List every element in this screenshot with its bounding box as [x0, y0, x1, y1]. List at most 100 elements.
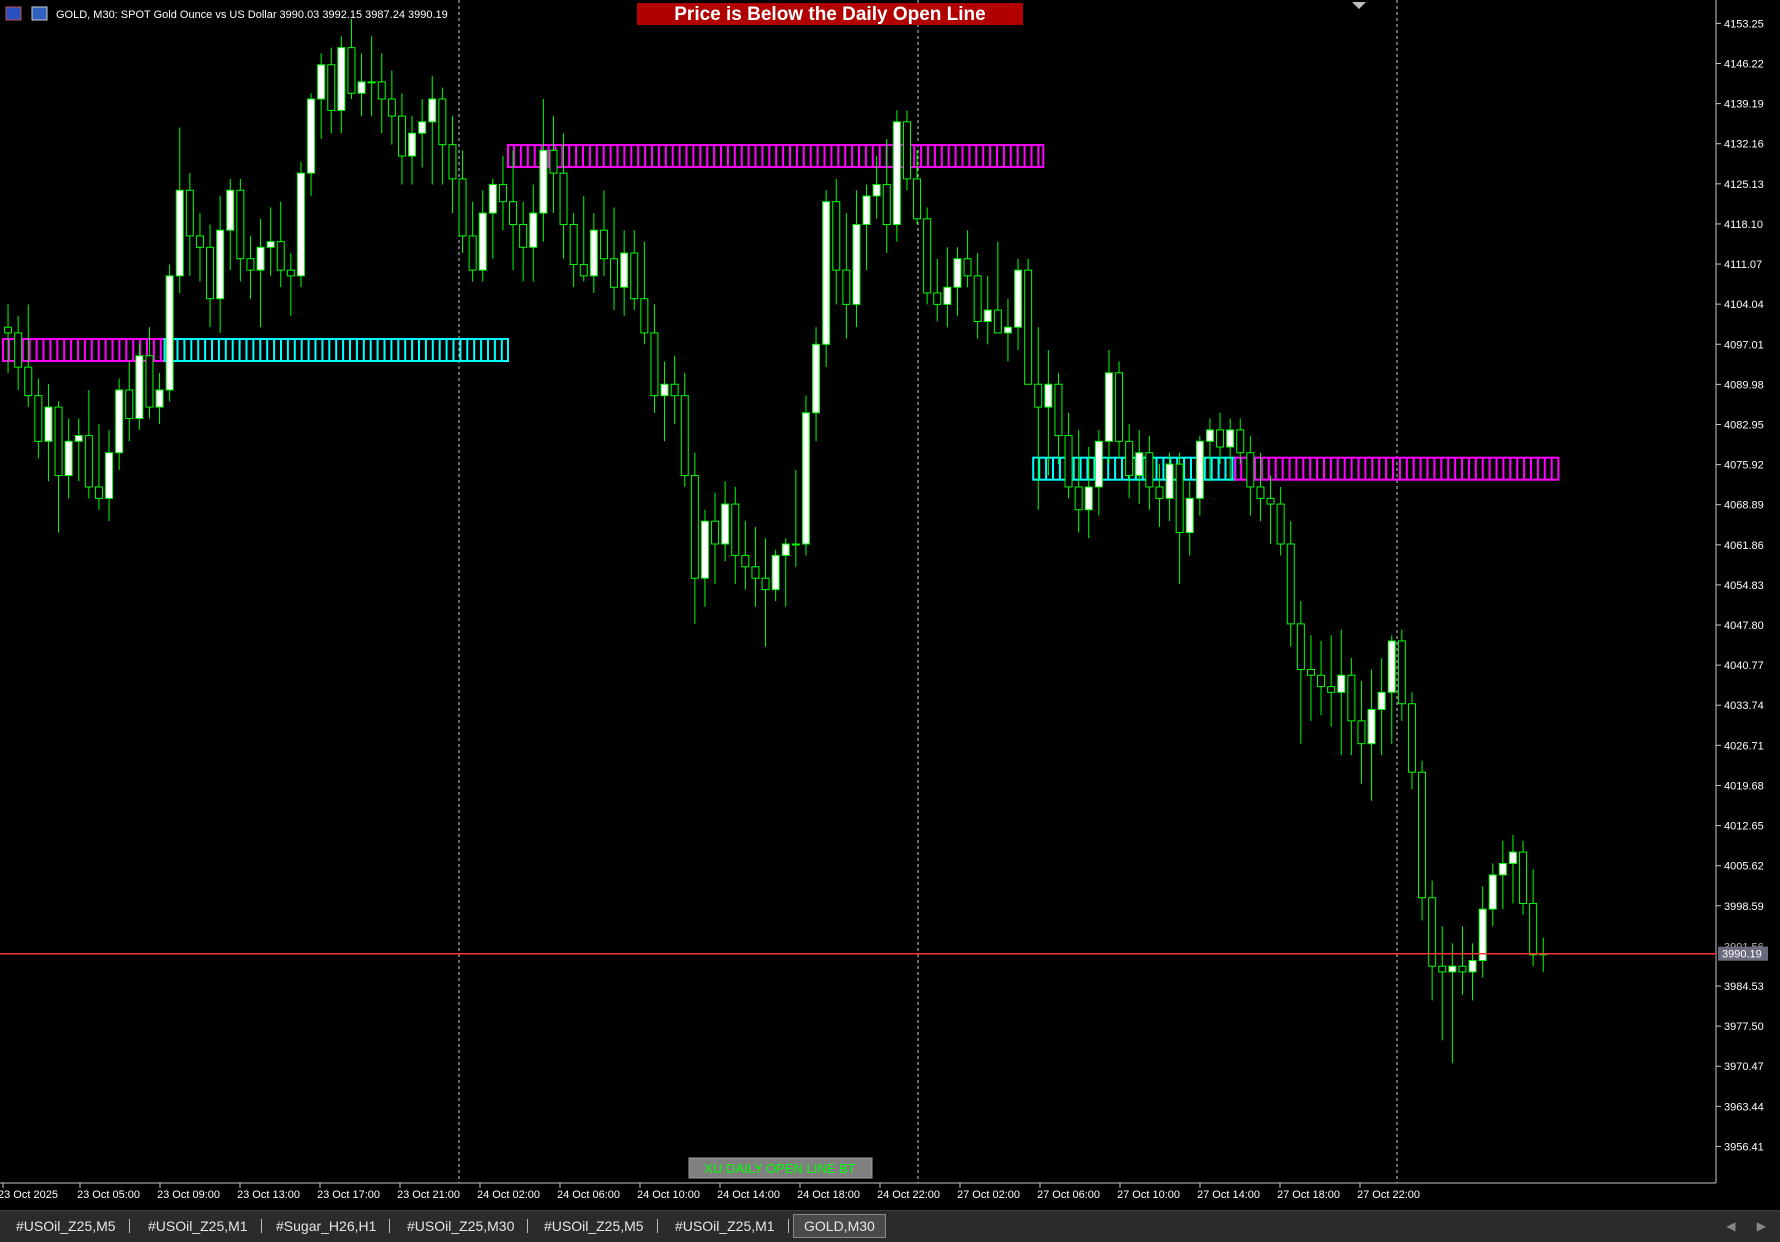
price-axis-label: 4054.83: [1724, 580, 1764, 592]
tab-usoil-z25-m5[interactable]: #USOil_Z25,M5: [6, 1215, 130, 1237]
candle-body: [1478, 908, 1487, 961]
candle-body: [913, 178, 922, 220]
candle-body: [1519, 851, 1528, 904]
time-axis-label: 24 Oct 10:00: [637, 1189, 700, 1201]
time-axis-label: 23 Oct 05:00: [77, 1189, 140, 1201]
price-axis-label: 3984.53: [1724, 981, 1764, 993]
candle-body: [276, 241, 285, 271]
chart-tab-bar: #USOil_Z25,M5 #USOil_Z25,M1 #Sugar_H26,H…: [0, 1210, 1780, 1242]
candle-body: [529, 212, 538, 248]
chart-window-icon[interactable]: [31, 6, 48, 21]
candle-body: [84, 435, 93, 488]
price-axis-label: 4118.10: [1724, 219, 1763, 231]
candle-body: [1458, 965, 1467, 973]
candle-body: [1418, 771, 1427, 899]
candle-body: [1529, 902, 1538, 956]
candle-body: [1357, 720, 1366, 745]
price-axis-label: 4082.95: [1724, 419, 1764, 431]
price-axis-label: 3977.50: [1724, 1021, 1764, 1033]
candle-body: [781, 543, 790, 556]
tab-usoil-z25-m30[interactable]: #USOil_Z25,M30: [397, 1215, 529, 1237]
candle-body: [1175, 463, 1184, 534]
candle-body: [741, 554, 750, 568]
candle-body: [246, 258, 255, 271]
candle-body: [24, 366, 33, 397]
candle-body: [1448, 965, 1457, 973]
candle-body: [1428, 897, 1437, 967]
candle-body: [1367, 708, 1376, 745]
candle-body: [1205, 429, 1214, 442]
candle-body: [1387, 640, 1396, 693]
price-axis-label: 4111.07: [1724, 259, 1762, 271]
tab-gold-m30[interactable]: GOLD,M30: [793, 1214, 886, 1238]
candle-body: [993, 309, 1002, 334]
candle-body: [1165, 463, 1174, 499]
price-axis-label: 4068.89: [1724, 500, 1764, 512]
time-axis-label: 24 Oct 22:00: [877, 1189, 940, 1201]
candle-body: [105, 452, 114, 499]
price-axis-label: 4089.98: [1724, 379, 1764, 391]
tab-usoil-z25-m1[interactable]: #USOil_Z25,M1: [138, 1215, 262, 1237]
candle-body: [4, 326, 13, 334]
time-axis-label: 27 Oct 18:00: [1277, 1189, 1340, 1201]
candle-body: [1024, 269, 1033, 385]
scroll-left-icon[interactable]: ◀: [1726, 1219, 1735, 1233]
candle-body: [690, 475, 699, 579]
candle-body: [1508, 851, 1517, 865]
scroll-right-icon[interactable]: ▶: [1757, 1219, 1766, 1233]
candle-body: [630, 252, 639, 300]
price-axis-label: 4047.80: [1724, 620, 1764, 632]
candle-body: [1498, 863, 1507, 876]
candle-body: [377, 81, 386, 100]
candle-body: [337, 47, 346, 111]
candle-body: [367, 81, 376, 84]
candle-body: [428, 98, 437, 123]
candle-body: [387, 98, 396, 117]
candle-body: [1104, 372, 1113, 442]
bars-icon[interactable]: [5, 6, 22, 21]
candle-body: [1306, 669, 1315, 676]
candle-body: [1084, 486, 1093, 511]
candle-body: [721, 503, 730, 545]
candle-body: [1397, 640, 1406, 705]
time-axis-label: 27 Oct 14:00: [1197, 1189, 1260, 1201]
indicator-label-text: XU DAILY OPEN LINE BT: [704, 1161, 855, 1176]
candle-body: [1407, 703, 1416, 773]
price-axis-label: 3963.44: [1724, 1101, 1764, 1113]
candle-body: [14, 332, 23, 368]
candle-body: [882, 184, 891, 226]
tab-scroll-arrows[interactable]: ◀ ▶: [1708, 1219, 1766, 1233]
time-axis-label: 27 Oct 06:00: [1037, 1189, 1100, 1201]
candle-body: [195, 235, 204, 248]
candle-body: [973, 275, 982, 322]
candle-body: [1246, 452, 1255, 488]
candle-body: [822, 201, 831, 345]
candle-body: [74, 435, 83, 442]
price-chart[interactable]: 4153.25 4146.22 4139.19 4132.16 4125.13 4118.…: [0, 0, 1780, 1210]
candle-body: [1074, 486, 1083, 511]
candle-body: [1185, 497, 1194, 534]
candle-body: [347, 47, 356, 94]
candle-body: [1014, 269, 1023, 328]
candle-body: [478, 212, 487, 271]
price-axis-label: 3956.41: [1724, 1141, 1764, 1153]
candle-body: [296, 172, 305, 277]
candle-body: [1296, 623, 1305, 671]
price-axis-label: 4146.22: [1724, 59, 1764, 71]
tab-usoil-z25-m5-2[interactable]: #USOil_Z25,M5: [534, 1215, 658, 1237]
tab-usoil-z25-m1-2[interactable]: #USOil_Z25,M1: [665, 1215, 789, 1237]
candle-body: [943, 286, 952, 305]
candle-body: [317, 64, 326, 100]
chart-background: [0, 0, 1780, 1210]
candle-body: [579, 263, 588, 277]
price-axis-label: 4132.16: [1724, 139, 1764, 151]
price-axis-label: 4075.92: [1724, 460, 1764, 472]
candle-body: [599, 229, 608, 260]
tab-sugar-h26-h1[interactable]: #Sugar_H26,H1: [266, 1215, 391, 1237]
candle-body: [589, 229, 598, 277]
candle-body: [842, 269, 851, 305]
candle-body: [771, 554, 780, 591]
price-axis-label: 4019.68: [1724, 780, 1764, 792]
candle-body: [1226, 429, 1235, 448]
candle-body: [559, 172, 568, 226]
